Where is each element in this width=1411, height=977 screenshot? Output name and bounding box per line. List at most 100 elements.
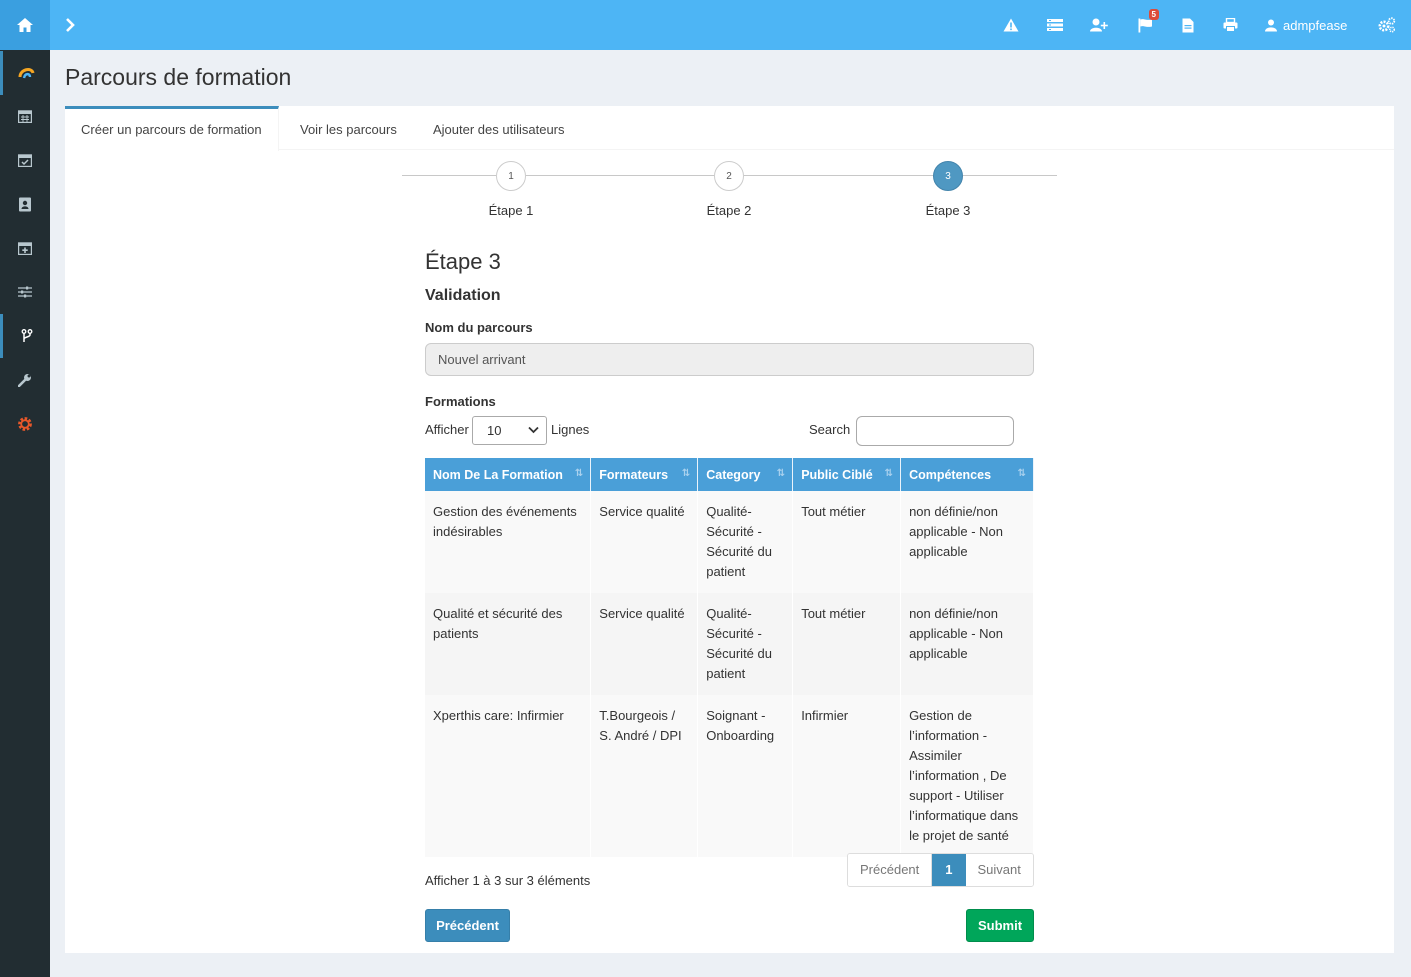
code-fork-icon	[21, 329, 32, 342]
alerts-button[interactable]	[1001, 15, 1021, 35]
submit-button[interactable]: Submit	[966, 909, 1034, 942]
sort-icon: ⇅	[681, 468, 691, 479]
home-button[interactable]	[0, 0, 50, 50]
tab-add-users[interactable]: Ajouter des utilisateurs	[417, 106, 581, 150]
table-info: Afficher 1 à 3 sur 3 éléments	[425, 873, 591, 888]
column-header-competences[interactable]: Compétences ⇅	[900, 458, 1034, 491]
documents-button[interactable]	[1178, 15, 1198, 35]
column-header-nom[interactable]: Nom De La Formation ⇅	[425, 458, 592, 491]
user-menu[interactable]: admpfease	[1265, 15, 1347, 35]
sidebar-item-calendar[interactable]	[0, 94, 50, 138]
sidebar	[0, 50, 50, 977]
sidebar-item-settings-sliders[interactable]	[0, 270, 50, 314]
table-cell: Tout métier	[792, 491, 902, 593]
flag-count-badge: 5	[1148, 9, 1159, 20]
calendar-plus-icon	[18, 242, 32, 255]
column-header-public[interactable]: Public Ciblé ⇅	[792, 458, 902, 491]
sidebar-item-contacts[interactable]	[0, 182, 50, 226]
column-header-formateurs[interactable]: Formateurs ⇅	[590, 458, 699, 491]
stepper-line	[526, 175, 714, 176]
chevron-right-icon	[66, 18, 75, 32]
tab-view-parcours[interactable]: Voir les parcours	[284, 106, 413, 150]
section-heading: Validation	[425, 287, 501, 304]
table-cell: Qualité-Sécurité - Sécurité du patient	[697, 593, 794, 695]
wrench-icon	[18, 374, 31, 387]
table-cell: Service qualité	[590, 593, 699, 695]
table-row: Xperthis care: Infirmier T.Bourgeois / S…	[425, 695, 1034, 857]
add-user-button[interactable]	[1089, 15, 1109, 35]
sidebar-item-calendar-check[interactable]	[0, 138, 50, 182]
step-1-circle[interactable]: 1	[496, 161, 526, 191]
sort-icon: ⇅	[884, 468, 894, 479]
sidebar-item-parcours[interactable]	[0, 314, 50, 358]
parcours-name-value: Nouvel arrivant	[438, 352, 526, 367]
table-row: Qualité et sécurité des patients Service…	[425, 593, 1034, 695]
previous-step-button[interactable]: Précédent	[425, 909, 510, 942]
settings-button[interactable]	[1377, 15, 1397, 35]
main-panel: Créer un parcours de formation Voir les …	[65, 106, 1394, 953]
table-header-row: Nom De La Formation ⇅ Formateurs ⇅ Categor…	[425, 458, 1034, 491]
table-cell: Service qualité	[590, 491, 699, 593]
top-navbar: 5 admpfease	[0, 0, 1411, 50]
sidebar-toggle-button[interactable]	[58, 13, 82, 37]
gear-icon	[18, 417, 32, 431]
table-cell: Infirmier	[792, 695, 902, 857]
column-header-category[interactable]: Category ⇅	[697, 458, 794, 491]
step-heading: Étape 3	[425, 249, 501, 274]
table-cell: Soignant - Onboarding	[697, 695, 794, 857]
cogs-icon	[1378, 17, 1396, 33]
table-cell: Tout métier	[792, 593, 902, 695]
show-entries-label: Afficher	[425, 422, 469, 437]
sort-icon: ⇅	[776, 468, 786, 479]
list-icon	[1047, 19, 1063, 31]
sidebar-item-admin-settings[interactable]	[0, 402, 50, 446]
parcours-name-field[interactable]: Nouvel arrivant	[425, 343, 1034, 376]
print-button[interactable]	[1220, 15, 1240, 35]
user-plus-icon	[1090, 18, 1108, 32]
rows-label: Lignes	[551, 422, 590, 437]
stepper-line	[744, 175, 933, 176]
table-cell: Xperthis care: Infirmier	[425, 695, 592, 857]
table-cell: Qualité-Sécurité - Sécurité du patient	[697, 491, 794, 593]
search-label: Search	[809, 422, 851, 437]
sidebar-item-logo[interactable]	[0, 51, 50, 95]
home-icon	[17, 18, 33, 32]
stepper-line	[963, 175, 1057, 176]
pagination-next[interactable]: Suivant	[965, 854, 1033, 886]
page-length-value: 10	[487, 423, 502, 438]
pagination-page-1[interactable]: 1	[932, 854, 966, 886]
step-1-label: Étape 1	[488, 203, 534, 218]
list-button[interactable]	[1045, 15, 1065, 35]
table-row: Gestion des événements indésirables Serv…	[425, 491, 1034, 593]
warning-icon	[1003, 18, 1019, 32]
flags-button[interactable]: 5	[1135, 9, 1159, 35]
tab-bar: Créer un parcours de formation Voir les …	[65, 106, 1394, 151]
pagination-previous[interactable]: Précédent	[848, 854, 933, 886]
search-input[interactable]	[856, 416, 1014, 446]
step-3-label: Étape 3	[925, 203, 971, 218]
step-2-label: Étape 2	[706, 203, 752, 218]
tab-create-parcours[interactable]: Créer un parcours de formation	[65, 106, 279, 151]
sidebar-item-tools[interactable]	[0, 358, 50, 402]
table-cell: Gestion de l’information - Assimiler l’i…	[900, 695, 1034, 857]
step-2-circle[interactable]: 2	[714, 161, 744, 191]
logo-icon	[18, 68, 34, 79]
sliders-icon	[18, 286, 32, 298]
formations-table: Nom De La Formation ⇅ Formateurs ⇅ Categor…	[425, 458, 1034, 857]
user-icon	[1265, 19, 1277, 31]
sidebar-item-calendar-plus[interactable]	[0, 226, 50, 270]
calendar-icon	[18, 110, 32, 123]
table-cell: Gestion des événements indésirables	[425, 491, 592, 593]
sort-icon: ⇅	[1017, 468, 1026, 479]
table-cell: non définie/non applicable - Non applica…	[900, 593, 1034, 695]
page-title: Parcours de formation	[65, 64, 292, 90]
table-cell: non définie/non applicable - Non applica…	[900, 491, 1034, 593]
step-3-circle[interactable]: 3	[933, 161, 963, 191]
formations-label: Formations	[425, 394, 496, 409]
page-length-select[interactable]: 10	[472, 416, 547, 445]
print-icon	[1223, 18, 1237, 32]
sort-icon: ⇅	[574, 468, 584, 479]
file-icon	[1182, 18, 1194, 32]
user-name: admpfease	[1283, 17, 1348, 33]
name-label: Nom du parcours	[425, 320, 533, 335]
